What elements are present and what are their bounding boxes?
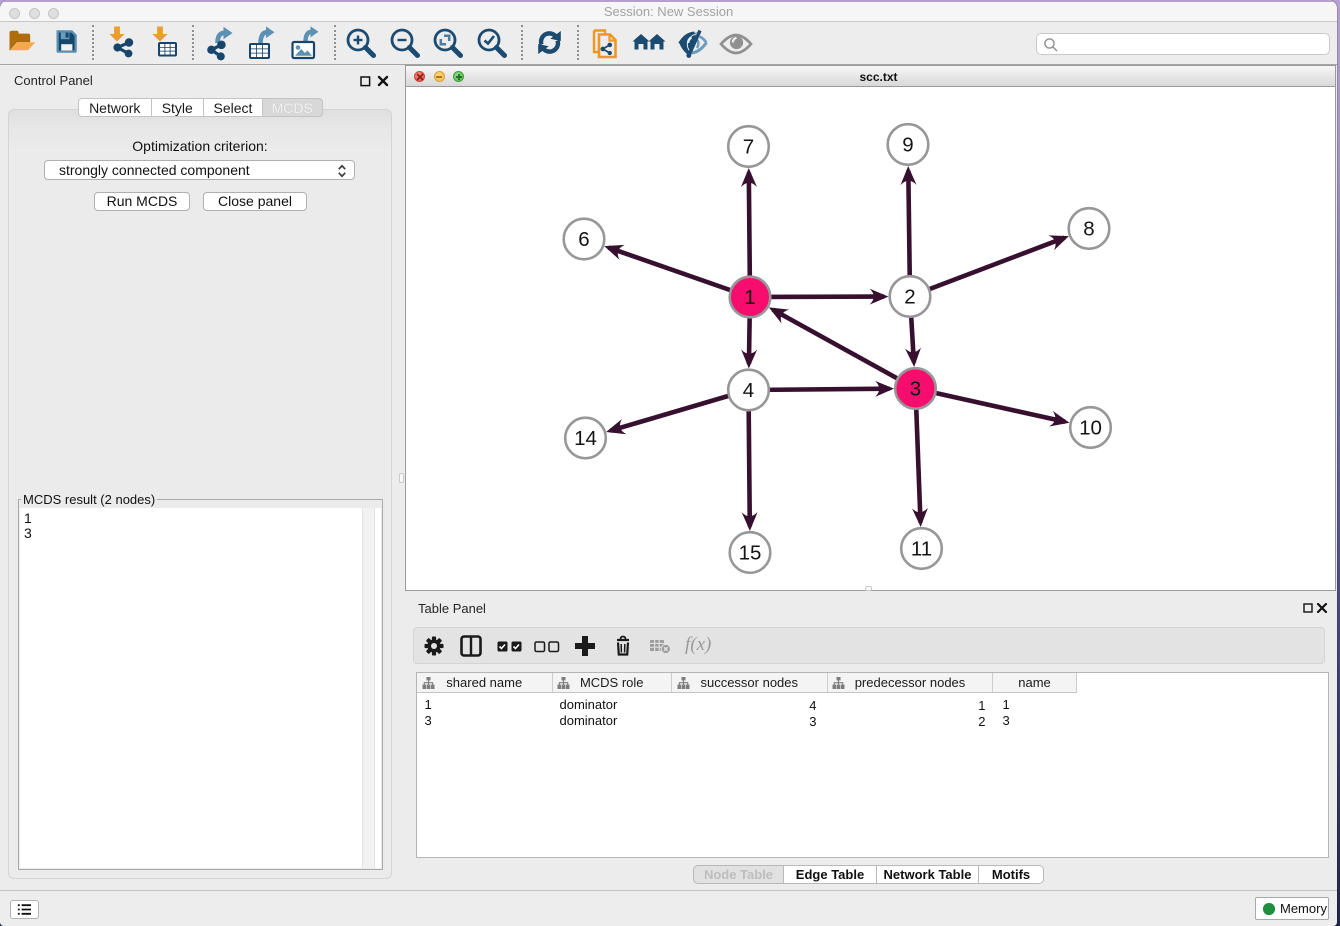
svg-text:1: 1 — [744, 286, 755, 309]
svg-text:6: 6 — [578, 228, 589, 251]
svg-text:8: 8 — [1083, 218, 1094, 241]
svg-text:14: 14 — [574, 427, 597, 450]
svg-text:7: 7 — [743, 136, 754, 159]
svg-text:4: 4 — [743, 379, 754, 402]
svg-text:3: 3 — [910, 378, 921, 401]
svg-text:10: 10 — [1079, 417, 1102, 440]
svg-text:15: 15 — [739, 542, 762, 565]
svg-text:9: 9 — [902, 134, 913, 157]
svg-text:2: 2 — [904, 286, 915, 309]
svg-text:11: 11 — [911, 538, 932, 561]
